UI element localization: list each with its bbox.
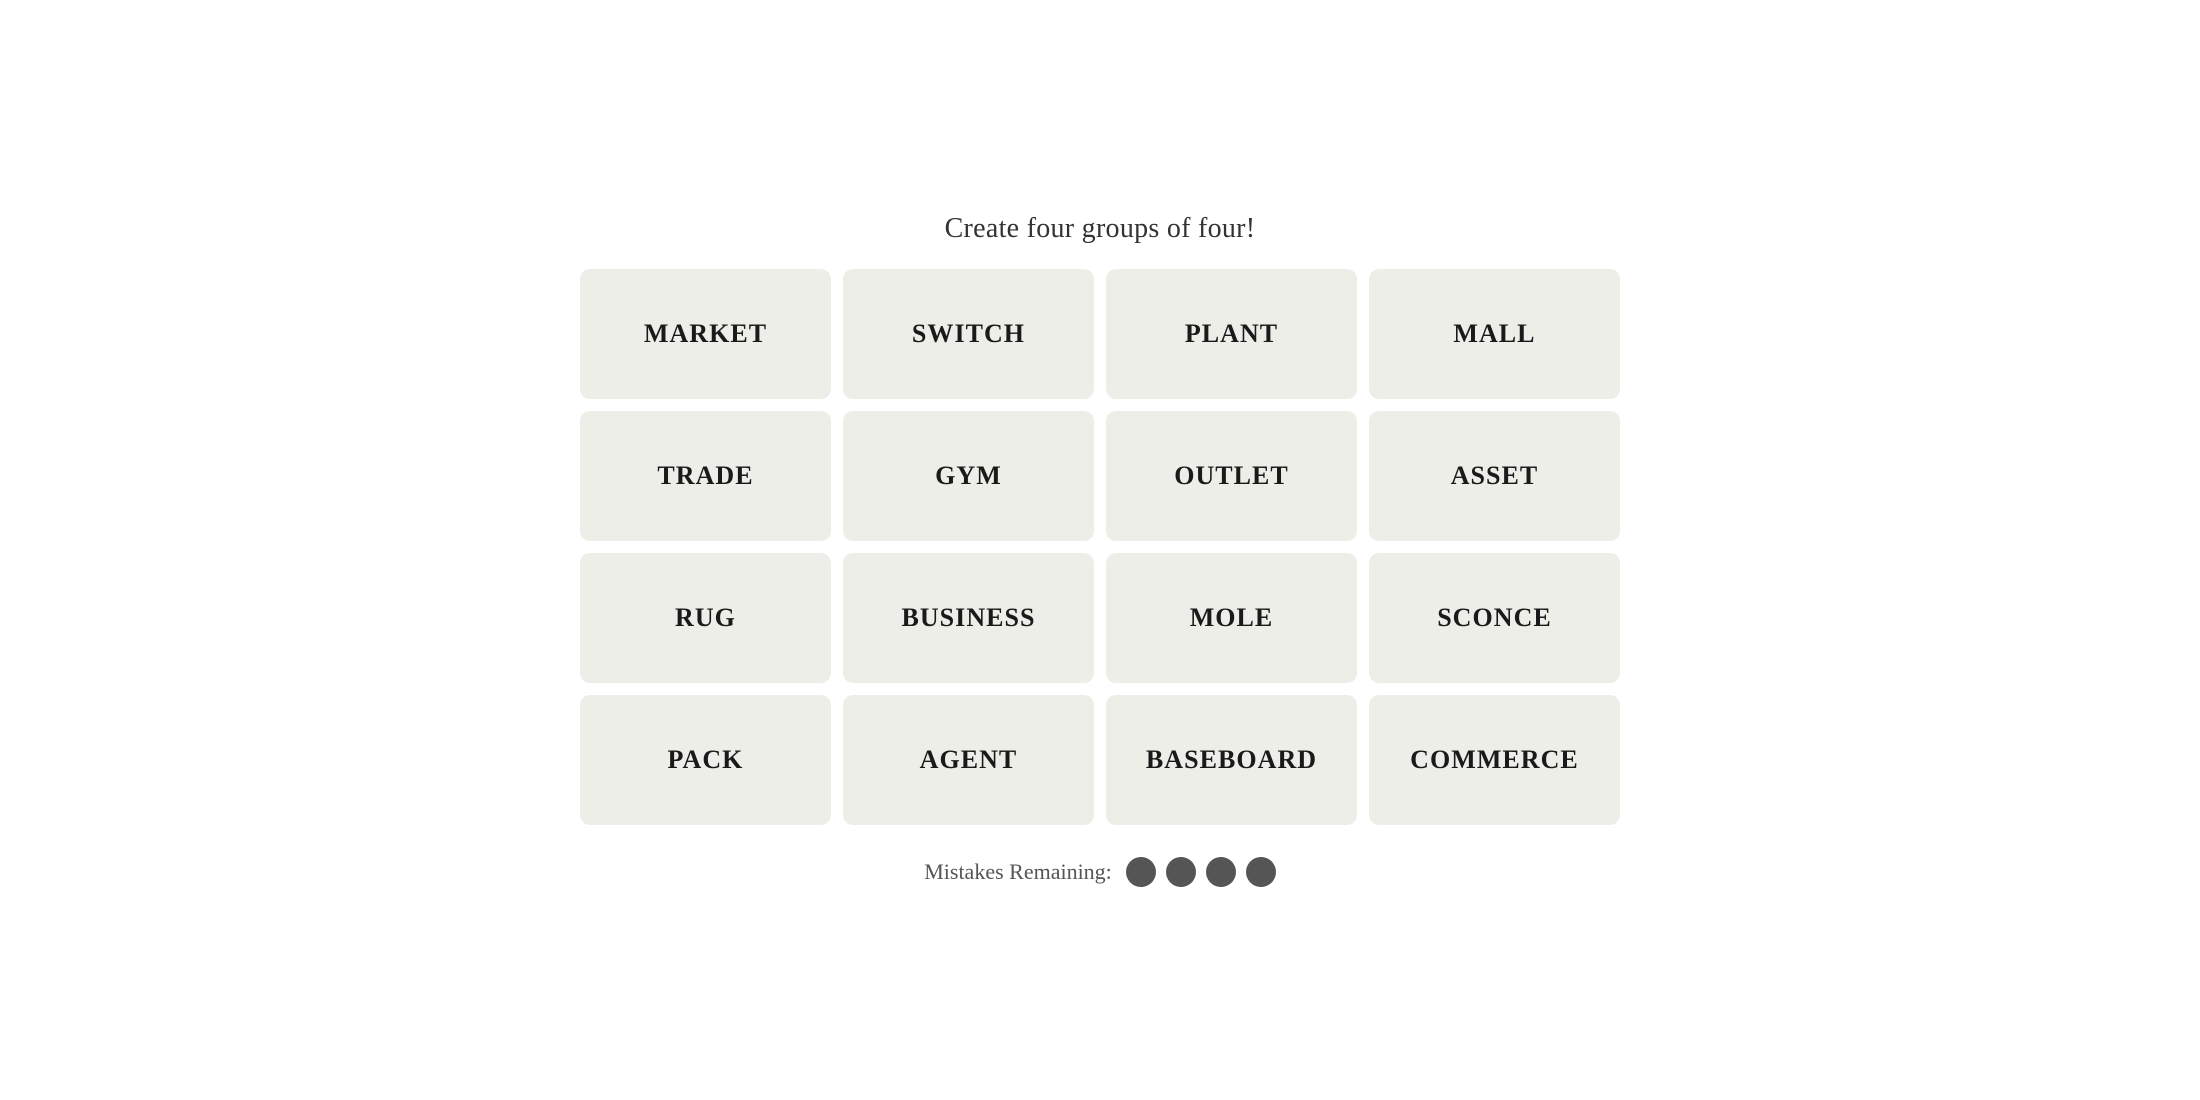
word-label-pack: PACK <box>668 745 744 775</box>
mistakes-section: Mistakes Remaining: <box>924 857 1276 887</box>
word-label-business: BUSINESS <box>901 603 1035 633</box>
word-card-switch[interactable]: SWITCH <box>843 269 1094 399</box>
word-card-mole[interactable]: MOLE <box>1106 553 1357 683</box>
word-label-baseboard: BASEBOARD <box>1146 745 1317 775</box>
word-card-plant[interactable]: PLANT <box>1106 269 1357 399</box>
word-label-rug: RUG <box>675 603 736 633</box>
mistake-dot-2 <box>1166 857 1196 887</box>
word-label-outlet: OUTLET <box>1174 461 1289 491</box>
word-label-trade: TRADE <box>657 461 753 491</box>
word-label-commerce: COMMERCE <box>1410 745 1579 775</box>
word-card-pack[interactable]: PACK <box>580 695 831 825</box>
word-label-plant: PLANT <box>1185 319 1278 349</box>
word-card-gym[interactable]: GYM <box>843 411 1094 541</box>
word-label-asset: ASSET <box>1451 461 1539 491</box>
word-card-market[interactable]: MARKET <box>580 269 831 399</box>
word-label-agent: AGENT <box>920 745 1018 775</box>
mistakes-label: Mistakes Remaining: <box>924 859 1112 885</box>
word-card-sconce[interactable]: SCONCE <box>1369 553 1620 683</box>
game-container: Create four groups of four! MARKET SWITCH… <box>580 213 1620 887</box>
word-label-mall: MALL <box>1453 319 1535 349</box>
word-label-sconce: SCONCE <box>1437 603 1552 633</box>
word-label-switch: SWITCH <box>912 319 1025 349</box>
mistakes-dots <box>1126 857 1276 887</box>
word-card-baseboard[interactable]: BASEBOARD <box>1106 695 1357 825</box>
word-card-agent[interactable]: AGENT <box>843 695 1094 825</box>
word-card-outlet[interactable]: OUTLET <box>1106 411 1357 541</box>
word-card-trade[interactable]: TRADE <box>580 411 831 541</box>
word-card-rug[interactable]: RUG <box>580 553 831 683</box>
mistake-dot-3 <box>1206 857 1236 887</box>
mistake-dot-1 <box>1126 857 1156 887</box>
word-card-commerce[interactable]: COMMERCE <box>1369 695 1620 825</box>
mistake-dot-4 <box>1246 857 1276 887</box>
subtitle: Create four groups of four! <box>945 213 1256 245</box>
word-label-mole: MOLE <box>1190 603 1274 633</box>
word-label-gym: GYM <box>935 461 1002 491</box>
word-grid: MARKET SWITCH PLANT MALL TRADE GYM OUTLET ASSET… <box>580 269 1620 825</box>
word-card-asset[interactable]: ASSET <box>1369 411 1620 541</box>
word-label-market: MARKET <box>644 319 767 349</box>
word-card-mall[interactable]: MALL <box>1369 269 1620 399</box>
word-card-business[interactable]: BUSINESS <box>843 553 1094 683</box>
